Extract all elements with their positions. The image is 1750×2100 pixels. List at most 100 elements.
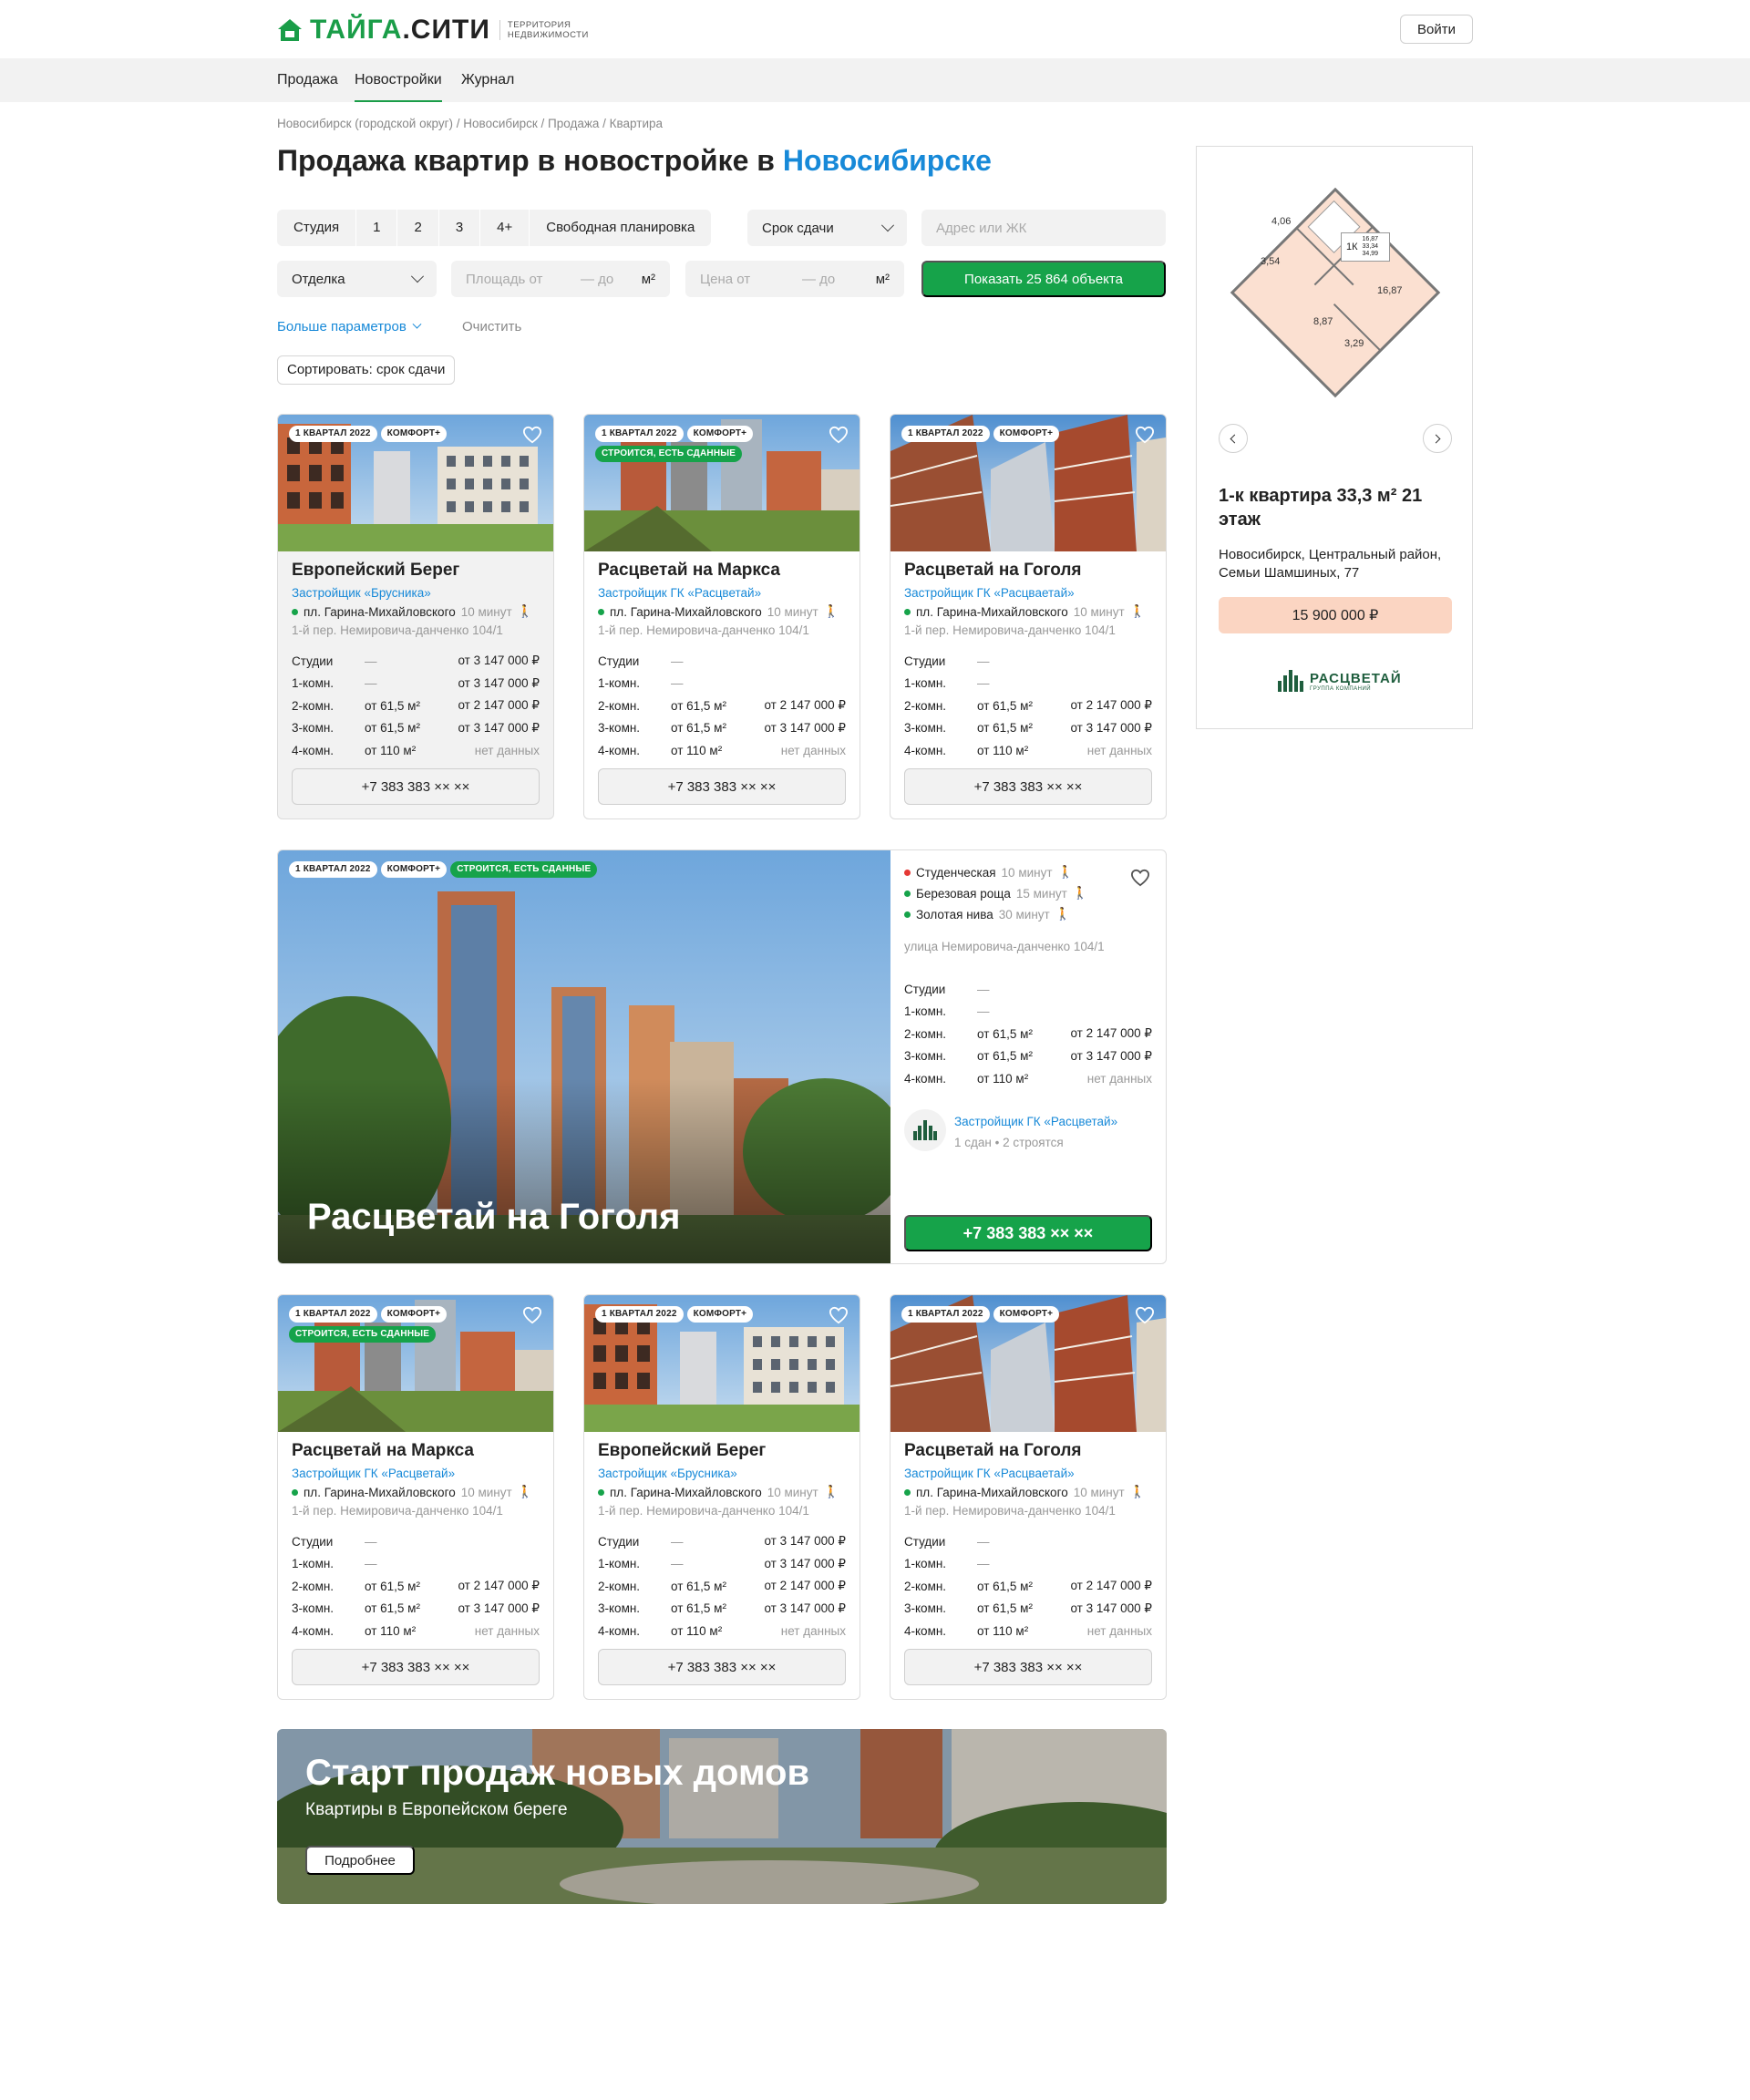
walking-icon: 🚶 [517,1485,533,1498]
complex-title[interactable]: Расцветай на Гоголя [904,1441,1082,1461]
favorite-heart-icon[interactable] [829,1306,849,1324]
metro-line-dot [904,911,911,918]
complex-title[interactable]: Расцветай на Маркса [292,1441,474,1461]
walk-time: 10 минут [1073,604,1125,619]
favorite-heart-icon[interactable] [522,1306,542,1324]
table-row: 4-комн. от 110 м² нет данных [598,743,846,757]
breadcrumb[interactable]: Новосибирск (городской округ) / Новосиби… [277,117,663,130]
walking-icon: 🚶 [517,604,533,618]
featured-complex-card[interactable]: 1 КВАРТАЛ 2022 КОМФОРТ+ СТРОИТСЯ, ЕСТЬ С… [277,849,1167,1264]
nav-item-journal[interactable]: Журнал [461,58,514,102]
developer-link[interactable]: Застройщик ГК «Расцваетай» [904,1467,1075,1480]
area-unit: м² [641,271,655,287]
rooms-option-4plus[interactable]: 4+ [480,210,530,246]
advertiser-logo[interactable]: РАСЦВЕТАЙ ГРУППА КОМПАНИЙ [1277,668,1402,694]
walking-icon: 🚶 [823,1485,839,1498]
metro-station: пл. Гарина-Михайловского 10 минут 🚶 [598,1485,839,1499]
complex-title[interactable]: Расцветай на Маркса [598,561,780,581]
complex-card[interactable]: 1 КВАРТАЛ 2022 КОМФОРТ+ Европейский Бере… [277,414,554,819]
area-from-input[interactable]: Площадь от [466,272,581,287]
favorite-heart-icon[interactable] [1135,1306,1155,1324]
sort-button[interactable]: Сортировать: срок сдачи [277,355,456,385]
favorite-heart-icon[interactable] [829,426,849,444]
promo-banner-title: Старт продаж новых домов [305,1753,810,1793]
developer-link[interactable]: Застройщик «Брусника» [292,586,431,600]
complex-address: улица Немировича-данченко 104/1 [904,940,1105,953]
next-slide-button[interactable] [1423,424,1452,453]
developer-link[interactable]: Застройщик ГК «Расцветай» [292,1467,455,1480]
show-phone-button[interactable]: +7 383 383 ×× ×× [904,768,1152,805]
complex-title[interactable]: Европейский Берег [292,561,459,581]
complex-card[interactable]: 1 КВАРТАЛ 2022 КОМФОРТ+ Европейский Бере… [583,1294,860,1700]
class-badge: КОМФОРТ+ [380,1306,448,1323]
page-title-city[interactable]: Новосибирске [783,144,992,177]
more-params-link[interactable]: Больше параметров [277,319,422,335]
price-to-input[interactable]: — до [802,272,835,287]
finish-select[interactable]: Отделка [277,261,437,297]
plan-label: 4,06 [1271,216,1292,227]
table-row: 3-комн. от 61,5 м² от 3 147 000 ₽ [292,1601,540,1616]
promo-details-button[interactable]: Подробнее [305,1846,415,1875]
floor-plan-image[interactable] [1215,174,1456,411]
card-badges: 1 КВАРТАЛ 2022 КОМФОРТ+ [901,426,1120,442]
complex-card[interactable]: 1 КВАРТАЛ 2022 КОМФОРТ+ СТРОИТСЯ, ЕСТЬ С… [583,414,860,819]
side-ad-apartment[interactable]: 4,06 1К 16,87 33,34 34,99 3,54 16,87 8,87 … [1196,146,1473,729]
clear-filters-link[interactable]: Очистить [462,319,521,335]
rooms-option-studio[interactable]: Студия [277,210,357,246]
rooms-option-free-layout[interactable]: Свободная планировка [530,210,711,246]
favorite-heart-icon[interactable] [1135,426,1155,444]
address-input[interactable] [936,220,1151,236]
class-badge: КОМФОРТ+ [380,861,448,878]
show-phone-button[interactable]: +7 383 383 ×× ×× [904,1215,1152,1251]
promo-banner[interactable]: Старт продаж новых домов Квартиры в Евро… [277,1729,1167,1904]
show-results-button[interactable]: Показать 25 864 объекта [921,261,1166,297]
deadline-badge: 1 КВАРТАЛ 2022 [901,1306,990,1323]
deadline-badge: 1 КВАРТАЛ 2022 [289,426,377,442]
area-range-field[interactable]: Площадь от — до м² [451,261,670,297]
complex-card[interactable]: 1 КВАРТАЛ 2022 КОМФОРТ+ Расцветай на Гог… [890,414,1167,819]
price-from-input[interactable]: Цена от [700,272,802,287]
nav-item-sale[interactable]: Продажа [277,58,338,102]
deadline-select[interactable]: Срок сдачи [747,210,907,246]
metro-station: пл. Гарина-Михайловского 10 минут 🚶 [598,604,839,619]
login-button[interactable]: Войти [1400,15,1473,44]
table-row: 2-комн. от 61,5 м² от 2 147 000 ₽ [292,1579,540,1593]
show-phone-button[interactable]: +7 383 383 ×× ×× [904,1649,1152,1685]
house-logo-icon [278,19,302,41]
favorite-heart-icon[interactable] [1130,869,1150,887]
show-phone-button[interactable]: +7 383 383 ×× ×× [292,768,540,805]
rooms-option-2[interactable]: 2 [397,210,439,246]
address-search-field[interactable] [921,210,1166,246]
prev-slide-button[interactable] [1219,424,1248,453]
area-to-input[interactable]: — до [581,272,613,287]
metro-station: Березовая роща 15 минут 🚶 [904,886,1088,901]
show-phone-button[interactable]: +7 383 383 ×× ×× [598,1649,846,1685]
rooms-option-1[interactable]: 1 [356,210,398,246]
developer-link[interactable]: Застройщик ГК «Расцваетай» [904,586,1075,600]
complex-card[interactable]: 1 КВАРТАЛ 2022 КОМФОРТ+ Расцветай на Гог… [890,1294,1167,1700]
class-badge: КОМФОРТ+ [380,426,448,442]
featured-title[interactable]: Расцветай на Гоголя [307,1197,681,1238]
show-phone-button[interactable]: +7 383 383 ×× ×× [598,768,846,805]
site-logo[interactable]: ТАЙГА.СИТИ ТЕРРИТОРИЯ НЕДВИЖИМОСТИ [277,15,589,45]
developer-link[interactable]: Застройщик «Брусника» [598,1467,737,1480]
developer-link[interactable]: Застройщик ГК «Расцветай» [598,586,761,600]
table-row: 3-комн. от 61,5 м² от 3 147 000 ₽ [904,1048,1152,1064]
ad-apartment-title[interactable]: 1-к квартира 33,3 м² 21 этаж [1219,484,1456,531]
nav-item-new-buildings[interactable]: Новостройки [355,58,442,102]
metro-station: пл. Гарина-Михайловского 10 минут 🚶 [904,1485,1146,1499]
show-phone-button[interactable]: +7 383 383 ×× ×× [292,1649,540,1685]
table-row: 2-комн. от 61,5 м² от 2 147 000 ₽ [598,1579,846,1593]
complex-title[interactable]: Расцветай на Гоголя [904,561,1082,581]
developer-logo[interactable] [904,1109,946,1151]
complex-title[interactable]: Европейский Берег [598,1441,766,1461]
favorite-heart-icon[interactable] [522,426,542,444]
price-range-field[interactable]: Цена от — до м² [685,261,904,297]
complex-card[interactable]: 1 КВАРТАЛ 2022 КОМФОРТ+ СТРОИТСЯ, ЕСТЬ С… [277,1294,554,1700]
chevron-down-icon [410,270,425,283]
ad-apartment-price[interactable]: 15 900 000 ₽ [1219,597,1452,633]
metro-line-dot [598,608,604,615]
plan-label: 16,87 [1377,285,1403,296]
developer-link[interactable]: Застройщик ГК «Расцветай» [954,1115,1117,1128]
rooms-option-3[interactable]: 3 [439,210,481,246]
